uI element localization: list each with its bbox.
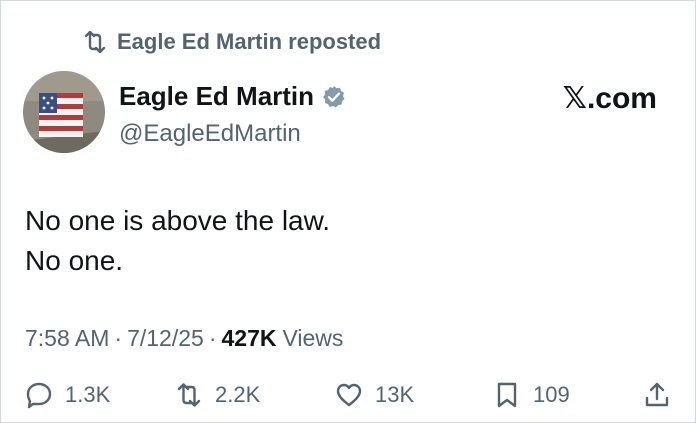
heart-icon <box>336 383 362 407</box>
tweet-meta: 7:58 AM · 7/12/25 · 427K Views <box>25 325 343 352</box>
x-com-watermark: 𝕏.com <box>562 82 657 115</box>
tweet-text-line: No one. <box>25 245 124 276</box>
tweet-card: Eagle Ed Martin reposted Eagle Ed Martin <box>0 0 696 423</box>
views-count: 427K <box>221 325 277 351</box>
action-bar: 1.3K 2.2K 13K 109 <box>25 381 675 417</box>
tweet-date[interactable]: 7/12/25 <box>127 325 204 352</box>
tweet-text: No one is above the law. No one. <box>25 201 330 281</box>
views-label: Views <box>282 325 344 351</box>
avatar[interactable] <box>23 71 105 153</box>
reply-button[interactable]: 1.3K <box>25 381 110 409</box>
like-button[interactable]: 13K <box>335 381 414 409</box>
display-name[interactable]: Eagle Ed Martin <box>119 81 314 112</box>
repost-icon <box>81 31 109 53</box>
repost-icon <box>177 383 201 407</box>
repost-count: 2.2K <box>215 382 261 407</box>
share-button[interactable] <box>643 381 683 409</box>
repost-button[interactable]: 2.2K <box>175 381 260 409</box>
meta-separator: · <box>208 325 217 351</box>
repost-label: Eagle Ed Martin reposted <box>117 29 382 54</box>
bookmark-count: 109 <box>533 382 570 407</box>
reply-icon <box>26 382 52 409</box>
bookmark-button[interactable]: 109 <box>493 381 570 409</box>
repost-indicator[interactable]: Eagle Ed Martin reposted <box>81 29 381 55</box>
bookmark-icon <box>497 382 517 408</box>
reply-count: 1.3K <box>65 382 111 407</box>
handle[interactable]: @EagleEdMartin <box>119 120 346 148</box>
tweet-text-line: No one is above the law. <box>25 205 331 236</box>
like-count: 13K <box>375 382 415 407</box>
verified-badge-icon <box>322 85 346 109</box>
share-icon <box>645 382 669 407</box>
author-info[interactable]: Eagle Ed Martin @EagleEdMartin <box>119 81 346 148</box>
meta-separator: · <box>114 325 123 351</box>
tweet-time[interactable]: 7:58 AM <box>25 325 109 352</box>
